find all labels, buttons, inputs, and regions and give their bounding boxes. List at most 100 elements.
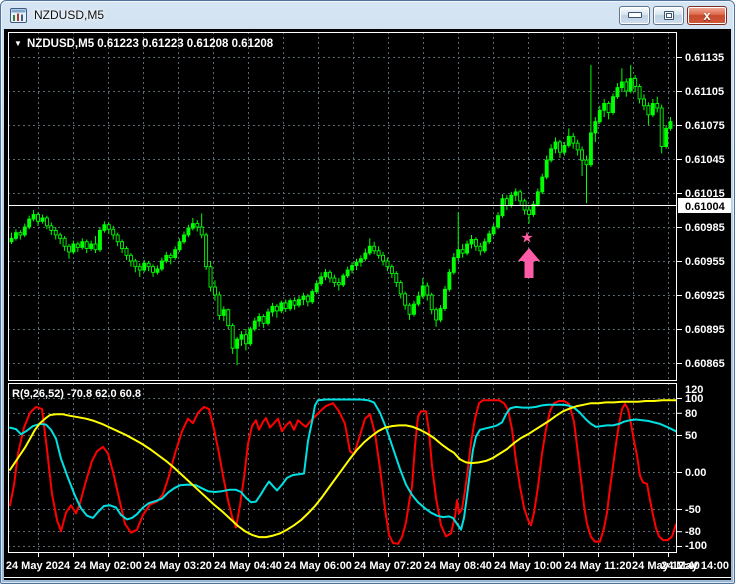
candle [588,132,593,166]
candle [22,226,27,236]
candle [509,194,514,206]
candle [301,295,306,300]
candle [358,258,363,263]
candle [27,218,32,228]
candle [230,325,235,349]
candle [328,271,332,279]
price-tick-label: 0.61135 [685,52,724,64]
price-tick-label: 0.60895 [685,324,725,336]
price-tick-label: 0.60955 [685,256,725,268]
candle [195,223,200,228]
candle [553,141,558,150]
candle [75,243,80,248]
time-label: 24 May 08:40 [424,560,492,572]
candle [53,229,58,236]
candle [372,245,377,252]
candle [115,234,120,243]
close-button[interactable]: x [687,5,727,25]
candle [151,266,155,273]
candle [633,78,638,87]
price-tick-label: 0.60865 [685,358,725,370]
candle [655,103,660,109]
candle [120,241,125,249]
candle [204,234,209,268]
candle [173,249,178,259]
time-label: 24 May 03:20 [144,560,212,572]
candle [314,283,319,293]
candle [602,103,607,111]
minimize-button[interactable] [619,5,650,25]
candle [18,232,23,236]
candle [58,234,63,239]
indicator-tick-label: 0.00 [685,467,706,479]
price-tick-label: 0.61075 [685,120,725,132]
candle [562,144,567,153]
candle [606,103,611,113]
candle [544,159,549,178]
ohlc-header[interactable]: ▼ NZDUSD,M5 0.61223 0.61223 0.61208 0.612… [14,38,274,50]
candle [465,243,470,254]
candle [67,245,71,253]
candle [350,265,355,271]
candle [482,241,487,252]
candle [213,286,217,296]
candle [292,300,297,306]
candle [164,254,169,262]
candle [31,214,36,220]
candle [403,293,408,306]
candle [71,243,76,253]
candle [177,241,182,251]
candle [500,198,505,217]
candle [266,311,270,324]
price-tick-label: 0.61105 [685,86,724,98]
candle [504,198,509,206]
chart-canvas[interactable]: ★ ▼ NZDUSD,M5 0.61223 0.61223 0.61208 0.61… [4,29,731,580]
candle [381,254,385,262]
candle [297,299,301,306]
candle [305,295,310,303]
candle [288,300,293,310]
candle [496,215,500,228]
time-label: 24 May 06:00 [284,560,352,572]
indicator-tick-label: -80 [685,526,701,538]
candle [584,159,589,166]
close-icon: x [703,7,711,23]
time-label: 24 May 04:40 [214,560,282,572]
candle [190,223,195,229]
price-tick-label: 0.60985 [685,222,725,234]
candle [186,227,191,236]
candle [628,78,633,92]
candle [261,316,266,324]
candle [80,241,85,248]
time-label: 24 May 14:00 [661,560,729,572]
candle [580,149,585,161]
window-controls: x [619,5,729,25]
candle [447,271,452,290]
minimize-icon [627,12,642,18]
candle [566,135,571,146]
titlebar[interactable]: NZDUSD,M5 x [1,1,734,29]
maximize-button[interactable] [653,5,684,25]
symbol-dropdown-icon: ▼ [14,39,22,48]
candle [571,135,576,144]
candle [93,243,98,251]
candle [487,233,492,243]
candle [664,127,669,147]
candle [376,250,381,256]
indicator-tick-label: 80 [685,408,697,420]
candle [243,334,248,345]
candle [611,96,615,113]
candle [438,308,443,321]
candle [323,271,328,278]
candle [407,304,412,315]
candle [9,237,14,243]
time-label: 24 May 10:00 [494,560,562,572]
price-tick-label: 0.61045 [685,154,725,166]
candle [434,309,439,321]
time-label: 24 May 11:20 [564,560,631,572]
candle [416,295,421,305]
candle [137,266,142,271]
candle [146,262,151,268]
candle [398,282,403,295]
candle [159,260,164,270]
